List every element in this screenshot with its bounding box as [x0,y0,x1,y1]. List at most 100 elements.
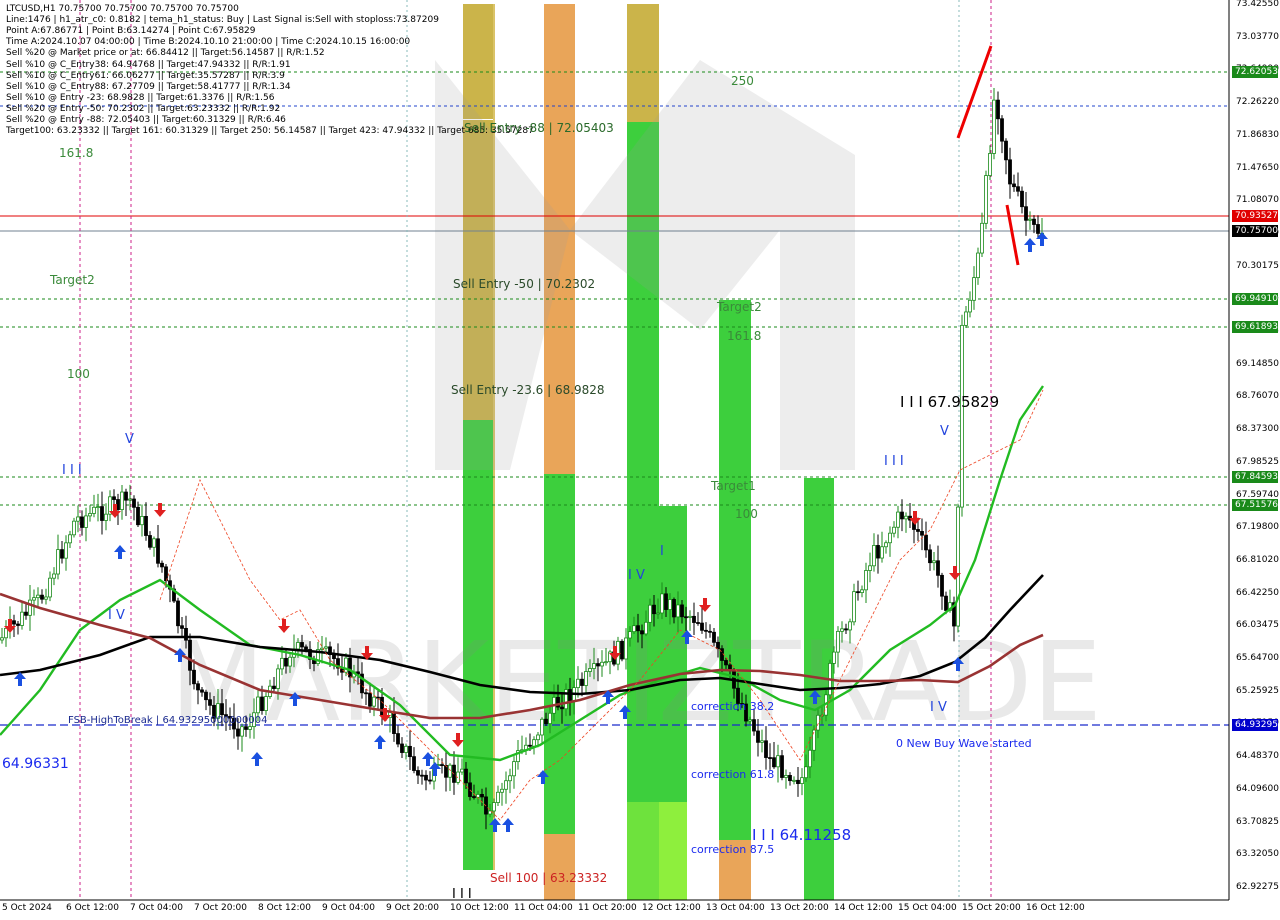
candle-body [916,529,920,532]
info-line: Sell %10 @ Entry -23: 68.9828 || Target:… [6,92,275,103]
candle-body [276,668,280,689]
candle-body [928,549,932,564]
candle-body [804,766,808,779]
sell-entry-88-label: Sell Entry -88 | 72.05403 [464,121,614,135]
candle-body [492,802,496,812]
candle-body [772,757,776,768]
candle-body [304,646,308,650]
candle-body [920,531,924,536]
candle-body [136,506,140,526]
candle-body [364,692,368,695]
price-level-tag: 69.61893 [1232,321,1278,333]
candle-body [568,689,572,702]
candle-body [844,628,848,631]
candle-body [600,661,604,667]
price-tick-label: 71.08070 [1236,195,1279,206]
candle-body [1020,190,1024,208]
candle-body [672,599,676,618]
price-chart[interactable]: MARKETIZTRADE [0,0,1280,920]
fib-250-label: 250 [731,74,754,88]
stop-trail-line [159,389,1044,821]
candle-body [396,733,400,745]
candle-body [756,730,760,743]
candle-body [592,663,596,669]
candle-body [924,534,928,551]
candle-body [680,604,684,618]
candle-body [876,545,880,559]
candle-body [416,770,420,776]
candle-body [80,516,84,528]
time-tick-label: 14 Oct 12:00 [834,903,893,913]
wave-iii-label-a: I I I [62,463,82,478]
candle-body [544,718,548,725]
price-level-tag: 67.51576 [1232,499,1278,511]
candle-body [40,594,44,600]
time-tick-label: 13 Oct 04:00 [706,903,765,913]
fib-100-mid-label: 100 [735,507,758,521]
watermark-text: MARKETIZTRADE [170,618,1102,746]
candle-body [860,589,864,593]
candle-body [428,779,432,782]
candle-body [180,625,184,629]
chart-window[interactable]: MARKETIZTRADE LTCUSD,H1 70.75700 70.7570… [0,0,1280,920]
candle-body [796,779,800,784]
candle-body [548,712,552,725]
candle-body [760,740,764,743]
candle-body [620,640,624,660]
candle-body [120,491,124,510]
new-buy-wave-label: 0 New Buy Wave started [896,737,1032,750]
candle-body [460,768,464,773]
candle-body [884,542,888,548]
price-tick-label: 70.30175 [1236,260,1279,271]
price-tick-label: 63.32050 [1236,849,1279,860]
candle-body [1012,183,1016,188]
candle-body [812,729,816,751]
candle-body [48,577,52,598]
candle-body [992,99,996,154]
candle-body [324,646,328,649]
info-line: Time A:2024.10.07 04:00:00 | Time B:2024… [6,37,411,48]
candle-body [696,622,700,624]
candle-body [972,277,976,301]
candle-body [240,726,244,737]
candle-body [748,719,752,722]
correction-618-label: correction 61.8 [691,768,775,781]
buy-arrow-icon [251,752,263,766]
buy-arrow-icon [429,762,441,776]
sell-100-label: Sell 100 | 63.23332 [490,871,608,885]
wave-i-label: I [660,544,664,559]
candle-body [584,671,588,686]
candle-body [132,498,136,508]
candle-body [668,599,672,610]
candle-body [264,696,268,711]
time-tick-label: 10 Oct 12:00 [450,903,509,913]
time-tick-label: 16 Oct 12:00 [1026,903,1085,913]
candle-body [508,775,512,782]
candle-body [708,630,712,633]
candle-body [176,600,180,627]
price-tick-label: 68.37300 [1236,424,1279,435]
info-line: Sell %20 @ Entry -50: 70.2302 || Target:… [6,103,281,114]
candle-body [288,656,292,667]
candle-body [712,631,716,643]
price-level-tag: 70.93527 [1232,210,1278,222]
candle-body [944,595,948,611]
candle-body [540,718,544,736]
candle-body [588,668,592,672]
candle-body [412,756,416,771]
candle-body [704,629,708,632]
candle-body [784,775,788,778]
correction-875-label: correction 87.5 [691,843,775,856]
time-tick-label: 7 Oct 20:00 [194,903,247,913]
candle-body [688,615,692,618]
price-tick-label: 63.70825 [1236,816,1279,827]
candle-body [640,630,644,635]
wave-iii-label-b: I I I [884,454,904,469]
candle-body [532,739,536,747]
buy-arrow-icon [114,545,126,559]
candle-body [128,498,132,501]
candle-body [996,99,1000,120]
candle-body [20,611,24,626]
candle-body [260,696,264,711]
time-tick-label: 6 Oct 12:00 [66,903,119,913]
